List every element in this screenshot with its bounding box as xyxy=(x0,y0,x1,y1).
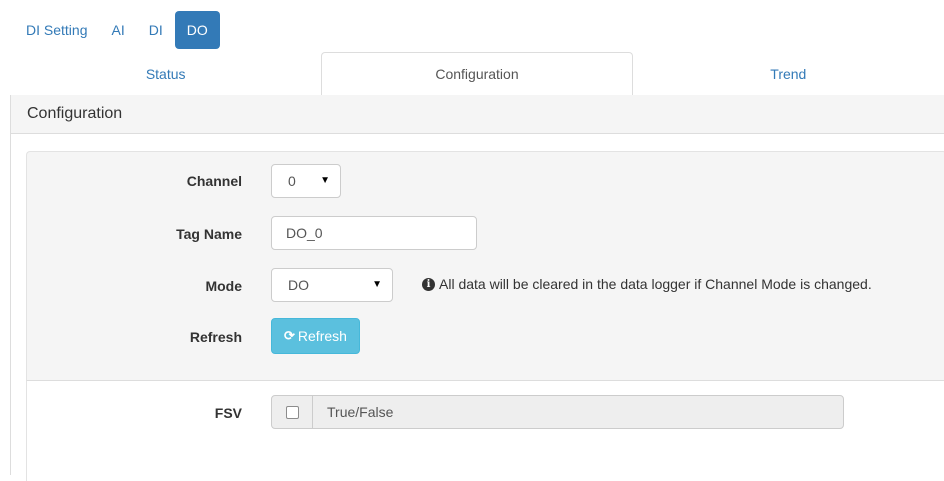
category-pills: DI Setting AI DI DO xyxy=(14,10,220,50)
pill-di-setting[interactable]: DI Setting xyxy=(14,11,99,49)
refresh-button[interactable]: ⟳ Refresh xyxy=(271,318,360,354)
info-icon: i xyxy=(422,277,435,291)
fsv-section: FSV True/False xyxy=(26,380,944,481)
tag-name-input[interactable]: DO_0 xyxy=(271,216,477,250)
tab-bar: Status Configuration Trend xyxy=(10,52,944,97)
settings-well: Channel 0 ▼ Tag Name DO_0 Mode DO ▼ i Al… xyxy=(26,151,944,380)
tab-configuration[interactable]: Configuration xyxy=(321,52,633,97)
mode-warning-text: All data will be cleared in the data log… xyxy=(439,276,872,292)
pill-di[interactable]: DI xyxy=(137,11,175,49)
refresh-label: Refresh xyxy=(189,329,242,345)
fsv-checkbox[interactable] xyxy=(285,405,299,419)
configuration-panel: Configuration Channel 0 ▼ Tag Name DO_0 … xyxy=(10,95,944,481)
fsv-label: FSV xyxy=(214,405,242,421)
mode-label: Mode xyxy=(205,278,242,294)
tab-trend[interactable]: Trend xyxy=(633,52,944,97)
chevron-down-icon: ▼ xyxy=(320,175,330,186)
refresh-icon: ⟳ xyxy=(284,328,295,343)
chevron-down-icon: ▼ xyxy=(372,279,382,290)
pill-ai[interactable]: AI xyxy=(99,11,136,49)
tag-name-label: Tag Name xyxy=(176,226,242,242)
fsv-input-group: True/False xyxy=(271,395,844,429)
mode-warning-note: i All data will be cleared in the data l… xyxy=(422,276,872,292)
refresh-button-label: Refresh xyxy=(297,328,347,344)
fsv-value-field: True/False xyxy=(327,404,394,420)
panel-heading: Configuration xyxy=(11,95,944,134)
channel-label: Channel xyxy=(186,173,242,189)
channel-select[interactable]: 0 ▼ xyxy=(271,164,341,198)
tab-status[interactable]: Status xyxy=(10,52,321,97)
mode-select[interactable]: DO ▼ xyxy=(271,268,393,302)
fsv-checkbox-addon xyxy=(272,396,313,428)
channel-select-value: 0 xyxy=(288,173,296,189)
mode-select-value: DO xyxy=(288,277,309,293)
pill-do[interactable]: DO xyxy=(174,11,220,49)
